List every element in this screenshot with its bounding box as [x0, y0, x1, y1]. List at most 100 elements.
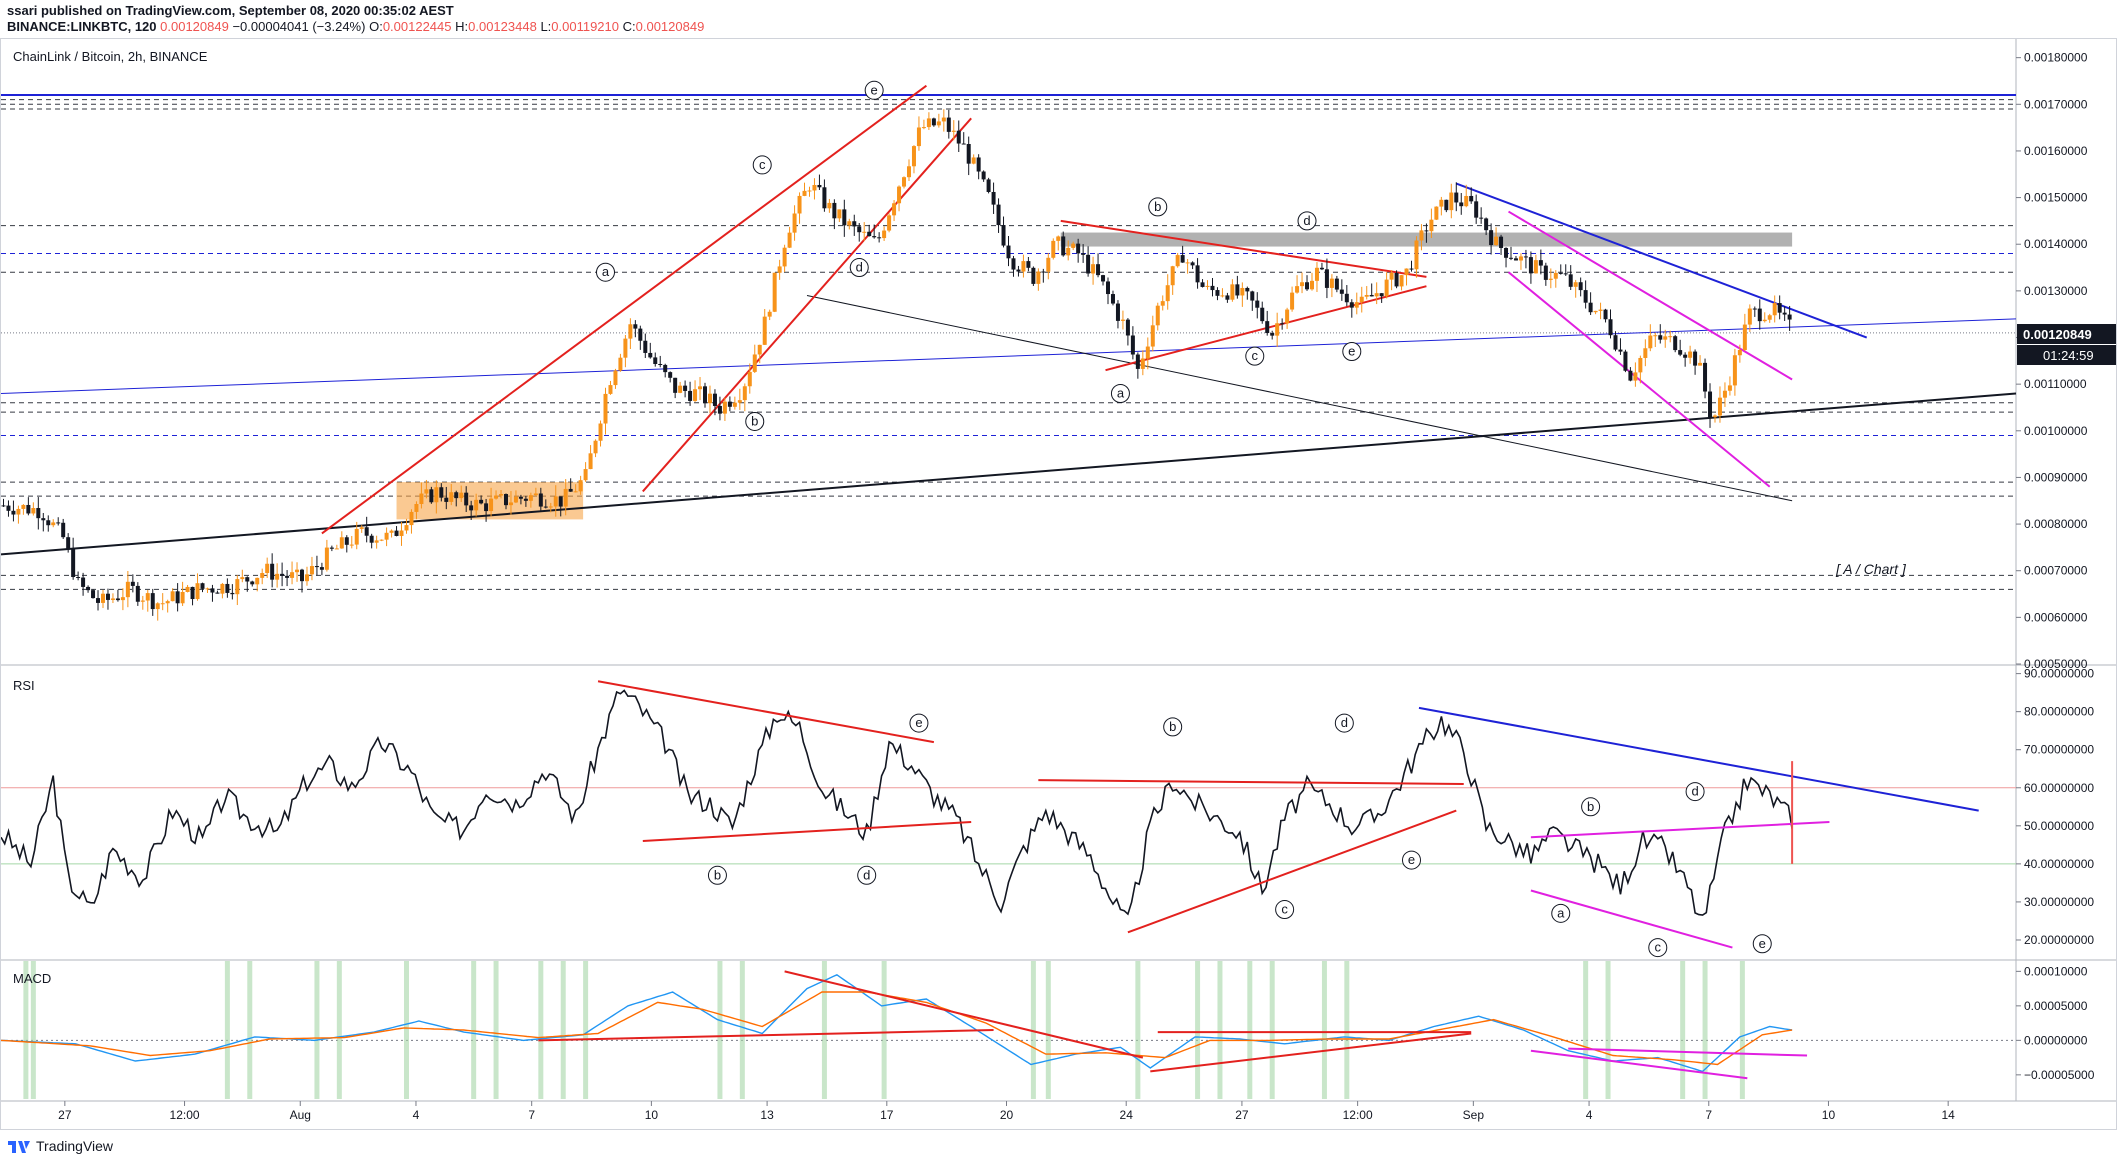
macd-signal-bar — [538, 961, 544, 1099]
candle-body — [1389, 272, 1394, 280]
wave-label-c: c — [1252, 348, 1259, 363]
y-tick-label: 90.00000000 — [2024, 667, 2094, 681]
wave-label-d: d — [856, 260, 863, 275]
candle-body — [1275, 323, 1280, 336]
macd-signal-bar — [739, 961, 745, 1099]
candle-body — [1613, 335, 1618, 350]
candle-body — [160, 603, 165, 605]
candle-body — [130, 581, 135, 586]
candle-body — [1354, 302, 1359, 308]
chart-canvas[interactable]: 0.00180000 0.00170000 0.00160000 0.00150000… — [0, 39, 2116, 1129]
y-tick-label: 70.00000000 — [2024, 743, 2094, 757]
candle-body — [1444, 199, 1449, 211]
candle-body — [837, 209, 842, 219]
macd-pane[interactable]: 0.00010000 0.00005000 0.00000000 −0.0000500… — [0, 961, 2116, 1102]
candle-body — [469, 505, 474, 511]
macd-signal-bar — [1605, 961, 1611, 1099]
candle-body — [1016, 269, 1021, 272]
candle-body — [1732, 355, 1737, 386]
candle-body — [911, 146, 916, 167]
candle-body — [767, 311, 772, 317]
tradingview-logo[interactable]: TradingView — [8, 1138, 113, 1154]
candle-body — [324, 547, 329, 570]
y-tick-label: 0.00060000 — [2024, 610, 2088, 624]
x-tick-label: 7 — [1705, 1108, 1712, 1122]
candle-body — [300, 569, 305, 582]
x-tick-label: 27 — [58, 1108, 72, 1122]
y-tick-label: 80.00000000 — [2024, 705, 2094, 719]
lower-wave-line — [806, 295, 1793, 502]
candle-body — [1309, 280, 1314, 290]
candle-body — [897, 186, 902, 204]
candle-body — [653, 357, 658, 365]
macd-signal-bar — [493, 961, 499, 1099]
candle-body — [1051, 240, 1056, 258]
candle-body — [1583, 290, 1588, 303]
candle-body — [180, 591, 185, 604]
candle-body — [1683, 354, 1688, 358]
candle-body — [1384, 279, 1389, 297]
candle-body — [593, 440, 598, 454]
wedge-lower — [1507, 271, 1771, 488]
candle-body — [807, 190, 812, 192]
time-axis[interactable]: 27 12:00 Aug 4 7 10 13 17 20 24 27 12:00 Sep 4 7 10 14 — [58, 1101, 1955, 1122]
candle-body — [1006, 245, 1011, 259]
candle-body — [1419, 230, 1424, 241]
candle-body — [1260, 307, 1265, 322]
macd-signal-bar — [717, 961, 723, 1099]
candle-body — [951, 130, 956, 132]
candle-body — [643, 340, 648, 353]
candle-body — [250, 581, 255, 585]
candle-body — [752, 354, 757, 372]
candle-body — [185, 586, 190, 592]
y-tick-label: 60.00000000 — [2024, 781, 2094, 795]
candle-body — [777, 266, 782, 273]
candle-body — [489, 498, 494, 512]
candle-body — [1523, 256, 1528, 258]
candle-body — [1290, 292, 1295, 310]
candle-body — [1593, 310, 1598, 313]
x-tick-label: 12:00 — [170, 1108, 200, 1122]
candle-body — [499, 494, 504, 496]
candle-body — [732, 402, 737, 407]
candle-body — [1295, 286, 1300, 293]
candle-body — [578, 480, 583, 492]
wave-label-e: e — [1348, 344, 1355, 359]
candle-body — [1240, 287, 1245, 296]
candle-body — [140, 600, 145, 602]
candle-body — [1011, 258, 1016, 270]
candle-body — [1653, 335, 1658, 337]
candle-body — [941, 117, 946, 122]
candle-body — [1474, 201, 1479, 218]
candle-body — [916, 127, 921, 147]
wave-label-e: e — [1408, 852, 1415, 867]
candle-body — [1130, 335, 1135, 355]
candle-body — [857, 226, 862, 233]
long-support-line — [0, 392, 2017, 556]
y-tick-label: 20.00000000 — [2024, 933, 2094, 947]
open-label: O: — [369, 19, 383, 34]
rsi-pane[interactable]: 90.00000000 80.00000000 70.00000000 60.0000… — [0, 667, 2116, 961]
chart-area[interactable]: 0.00180000 0.00170000 0.00160000 0.00150000… — [0, 38, 2117, 1130]
candle-body — [26, 504, 31, 514]
candle-body — [1698, 362, 1703, 366]
y-tick-label: 0.00130000 — [2024, 284, 2088, 298]
candle-body — [558, 496, 563, 507]
candle-body — [1280, 323, 1285, 325]
candle-body — [295, 569, 300, 573]
y-tick-label: −0.00005000 — [2024, 1068, 2095, 1082]
candle-body — [1255, 300, 1260, 308]
y-tick-label: 0.00090000 — [2024, 470, 2088, 484]
candle-body — [91, 590, 96, 599]
rsi-pane-title: RSI — [13, 678, 35, 693]
candle-body — [1, 505, 6, 507]
candle-body — [618, 357, 623, 371]
candle-body — [245, 577, 250, 582]
candle-body — [1001, 225, 1006, 246]
candle-body — [364, 527, 369, 536]
candle-body — [538, 493, 543, 507]
price-pane[interactable]: 0.00180000 0.00170000 0.00160000 0.00150000… — [0, 39, 2116, 1101]
candle-body — [518, 496, 523, 499]
candle-body — [961, 143, 966, 145]
candle-body — [1230, 284, 1235, 300]
